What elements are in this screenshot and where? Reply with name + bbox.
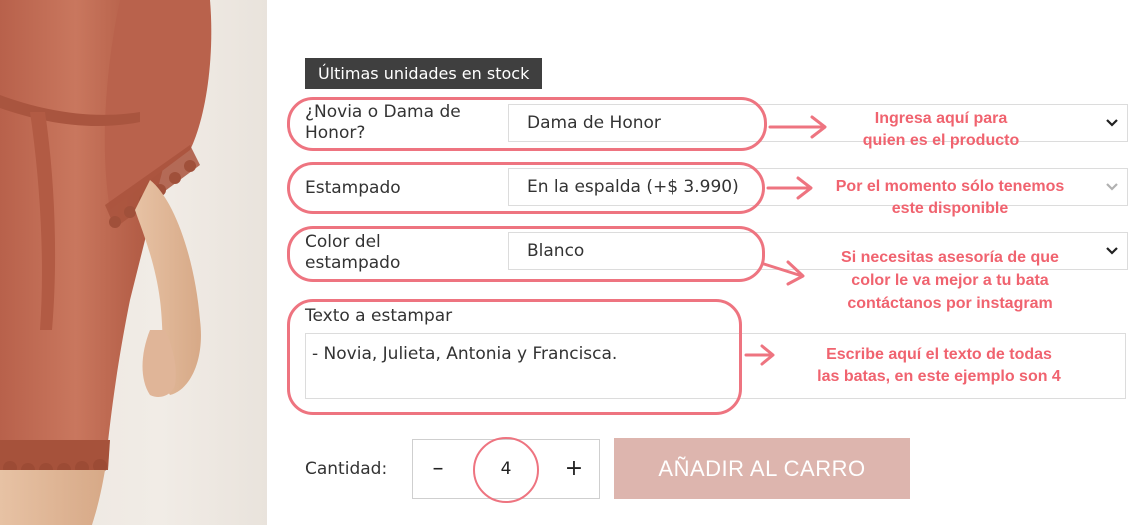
- quantity-increment-button[interactable]: +: [549, 440, 599, 498]
- quantity-highlight-ring: [473, 437, 539, 503]
- print-text-annotation-line1: Escribe aquí el texto de todas: [826, 346, 1052, 363]
- chevron-down-icon: [1106, 247, 1118, 255]
- quantity-decrement-button[interactable]: –: [413, 440, 463, 498]
- print-label: Estampado: [305, 178, 401, 198]
- print-color-annotation-line3: contáctanos por instagram: [847, 295, 1053, 312]
- role-annotation: Ingresa aquí para quien es el producto: [816, 108, 1066, 152]
- print-text-label: Texto a estampar: [305, 306, 453, 326]
- print-color-annotation-line2: color le va mejor a tu bata: [851, 272, 1049, 289]
- arrow-right-icon: [744, 344, 775, 366]
- role-label-line1: ¿Novia o Dama de: [305, 102, 461, 122]
- quantity-label: Cantidad:: [305, 459, 388, 479]
- role-annotation-line1: Ingresa aquí para: [874, 110, 1008, 127]
- chevron-down-icon: [1106, 119, 1118, 127]
- print-annotation: Por el momento sólo tenemos este disponi…: [800, 176, 1100, 220]
- print-annotation-line2: este disponible: [891, 200, 1009, 217]
- add-to-cart-button[interactable]: AÑADIR AL CARRO: [614, 438, 910, 499]
- print-text-annotation: Escribe aquí el texto de todas las batas…: [780, 344, 1098, 388]
- print-select-value: En la espalda (+$ 3.990): [527, 177, 739, 197]
- print-color-select-value: Blanco: [527, 241, 585, 261]
- stock-badge: Últimas unidades en stock: [305, 58, 543, 89]
- role-annotation-line2: quien es el producto: [862, 132, 1020, 149]
- role-label: ¿Novia o Dama de Honor?: [305, 102, 461, 144]
- chevron-down-icon: [1106, 183, 1118, 191]
- product-image: [0, 0, 267, 525]
- print-color-label-line2: estampado: [305, 253, 401, 273]
- print-text-annotation-line2: las batas, en este ejemplo son 4: [817, 368, 1061, 385]
- print-color-label: Color del estampado: [305, 232, 400, 274]
- print-color-annotation: Si necesitas asesoría de que color le va…: [805, 246, 1095, 315]
- robe-illustration: [0, 0, 212, 525]
- print-color-label-line1: Color del: [305, 232, 381, 252]
- role-label-line2: Honor?: [305, 123, 366, 143]
- print-annotation-line1: Por el momento sólo tenemos: [835, 178, 1065, 195]
- print-color-annotation-line1: Si necesitas asesoría de que: [841, 249, 1059, 266]
- role-select-value: Dama de Honor: [527, 113, 661, 133]
- arrow-right-icon: [762, 260, 805, 286]
